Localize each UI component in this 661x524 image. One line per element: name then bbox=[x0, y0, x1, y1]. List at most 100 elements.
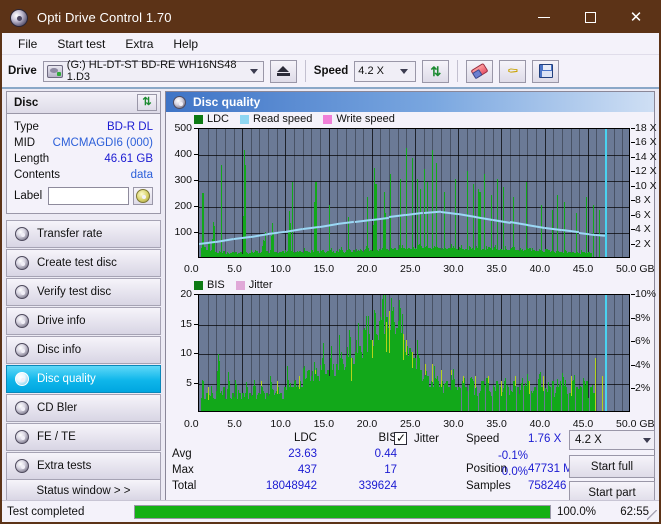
sidebar-item-fe-te[interactable]: FE / TE bbox=[6, 423, 161, 451]
jitter-toggle[interactable]: Jitter bbox=[394, 431, 439, 445]
minimize-button[interactable] bbox=[521, 2, 567, 33]
y2-axis-tick-label: 6% bbox=[635, 335, 651, 348]
menu-item-start-test[interactable]: Start test bbox=[49, 35, 113, 53]
y-axis-tick bbox=[194, 128, 198, 129]
gridline-vertical bbox=[596, 295, 597, 411]
chart-bar bbox=[586, 197, 587, 257]
resize-grip[interactable] bbox=[647, 510, 657, 520]
close-button[interactable]: ✕ bbox=[613, 2, 659, 33]
disc-quality-icon bbox=[173, 95, 186, 109]
y-axis-tick-label: 15 bbox=[180, 317, 192, 330]
y-axis-tick bbox=[194, 180, 198, 181]
disc-row-mid: MID CMCMAGDI6 (000) bbox=[14, 135, 153, 151]
disc-label-input[interactable] bbox=[48, 187, 129, 205]
end-marker-line bbox=[605, 295, 607, 411]
gridline-vertical bbox=[536, 129, 537, 257]
sidebar-item-drive-info[interactable]: Drive info bbox=[6, 307, 161, 335]
speed-select[interactable]: 4.2 X bbox=[354, 60, 417, 82]
y2-axis-tick bbox=[631, 142, 635, 144]
gridline-horizontal bbox=[199, 155, 629, 156]
disc-row-type: Type BD-R DL bbox=[14, 119, 153, 135]
gridline-vertical bbox=[441, 129, 442, 257]
gridline-vertical bbox=[519, 129, 520, 257]
menu-item-extra[interactable]: Extra bbox=[117, 35, 161, 53]
jitter-checkbox[interactable] bbox=[394, 431, 407, 445]
disc-mid-label: MID bbox=[14, 137, 36, 149]
nav-list: Transfer rate Create test disc Verify te… bbox=[6, 220, 161, 480]
minimize-icon bbox=[538, 17, 550, 18]
gridline-vertical bbox=[571, 129, 572, 257]
stats-avg-ldc: 23.63 bbox=[288, 448, 317, 460]
main-body: Disc ⇅ Type BD-R DL MID CMCMAGDI6 (000) … bbox=[2, 89, 659, 507]
disc-panel-title: Disc bbox=[14, 96, 39, 109]
gridline-vertical bbox=[622, 295, 623, 411]
sidebar-item-transfer-rate[interactable]: Transfer rate bbox=[6, 220, 161, 248]
menu-item-help[interactable]: Help bbox=[165, 35, 206, 53]
y-axis-tick bbox=[194, 353, 198, 354]
disc-refresh-button[interactable]: ⇅ bbox=[137, 94, 157, 111]
chart-bar bbox=[432, 150, 433, 257]
chart-bar bbox=[576, 213, 577, 257]
y-axis-tick-label: 10 bbox=[180, 347, 192, 359]
sidebar-item-label: FE / TE bbox=[37, 431, 76, 443]
gridline-vertical bbox=[303, 129, 304, 257]
chart-bar bbox=[491, 396, 492, 411]
refresh-button[interactable]: ⇅ bbox=[422, 59, 450, 83]
x-axis-tick-label: 25.0 bbox=[400, 263, 421, 275]
gridline-horizontal bbox=[199, 354, 629, 355]
bis-plot[interactable] bbox=[198, 294, 630, 412]
test-speed-select[interactable]: 4.2 X bbox=[569, 430, 655, 450]
legend-swatch-bis bbox=[194, 280, 203, 290]
y-axis-tick bbox=[194, 323, 198, 325]
save-button[interactable] bbox=[532, 59, 560, 83]
gridline-vertical bbox=[614, 129, 615, 257]
x-axis-tick-label: 45.0 bbox=[572, 263, 594, 275]
sidebar-item-create-test-disc[interactable]: Create test disc bbox=[6, 249, 161, 277]
start-full-button[interactable]: Start full bbox=[569, 455, 655, 478]
drive-select[interactable]: (G:) HL-DT-ST BD-RE WH16NS48 1.D3 bbox=[42, 59, 264, 83]
sidebar-item-extra-tests[interactable]: Extra tests bbox=[6, 452, 161, 480]
y2-axis-tick bbox=[631, 388, 635, 390]
maximize-icon bbox=[584, 12, 596, 23]
speed-label: Speed bbox=[313, 65, 349, 77]
chart-bar bbox=[515, 386, 516, 411]
bis-plot-area: 5 10 15 20 2% 4% 6% 8% 10% bbox=[166, 288, 656, 417]
chart-bar bbox=[316, 211, 317, 257]
disc-mid-value[interactable]: CMCMAGDI6 (000) bbox=[53, 137, 153, 149]
page-title: Disc quality bbox=[193, 95, 261, 109]
y2-axis-tick-label: 12 X bbox=[635, 165, 657, 178]
ldc-plot[interactable] bbox=[198, 128, 630, 258]
refresh-icon: ⇅ bbox=[430, 63, 442, 79]
chart-bar bbox=[589, 252, 590, 257]
sidebar-item-label: Drive info bbox=[37, 315, 86, 327]
sidebar-item-label: Disc quality bbox=[37, 373, 96, 385]
gridline-vertical bbox=[398, 129, 399, 257]
window-title: Opti Drive Control 1.70 bbox=[37, 10, 172, 25]
status-bar: Test completed 100.0% 62:55 bbox=[2, 500, 659, 522]
y-axis-tick bbox=[194, 206, 198, 207]
y-axis-tick bbox=[194, 154, 198, 155]
maximize-button[interactable] bbox=[567, 2, 613, 33]
menu-item-file[interactable]: File bbox=[10, 35, 45, 53]
sidebar-item-disc-info[interactable]: Disc info bbox=[6, 336, 161, 364]
x-axis-tick-label: 50.0 GB bbox=[616, 263, 655, 275]
chart-bar bbox=[460, 388, 461, 411]
sidebar-item-cd-bler[interactable]: CD Bler bbox=[6, 394, 161, 422]
legend-entry-write-speed: Write speed bbox=[323, 113, 395, 125]
y2-axis-tick-label: 8 X bbox=[635, 194, 651, 207]
sidebar-item-verify-test-disc[interactable]: Verify test disc bbox=[6, 278, 161, 306]
legend-label-bis: BIS bbox=[207, 279, 225, 291]
test-speed-value: 4.2 X bbox=[575, 434, 602, 446]
y2-axis-tick-label: 14 X bbox=[635, 150, 657, 163]
y2-axis-tick bbox=[631, 156, 635, 158]
chart-bar bbox=[484, 174, 485, 257]
chart-bar bbox=[560, 381, 561, 411]
jitter-label: Jitter bbox=[414, 432, 439, 445]
eject-button[interactable] bbox=[269, 59, 297, 83]
sidebar-item-disc-quality[interactable]: Disc quality bbox=[6, 365, 161, 393]
key-button[interactable]: ⚰ bbox=[499, 59, 527, 83]
disc-label-apply-button[interactable] bbox=[133, 187, 153, 205]
disc-contents-value[interactable]: data bbox=[131, 169, 153, 181]
sidebar: Disc ⇅ Type BD-R DL MID CMCMAGDI6 (000) … bbox=[6, 91, 161, 505]
erase-button[interactable] bbox=[466, 59, 494, 83]
